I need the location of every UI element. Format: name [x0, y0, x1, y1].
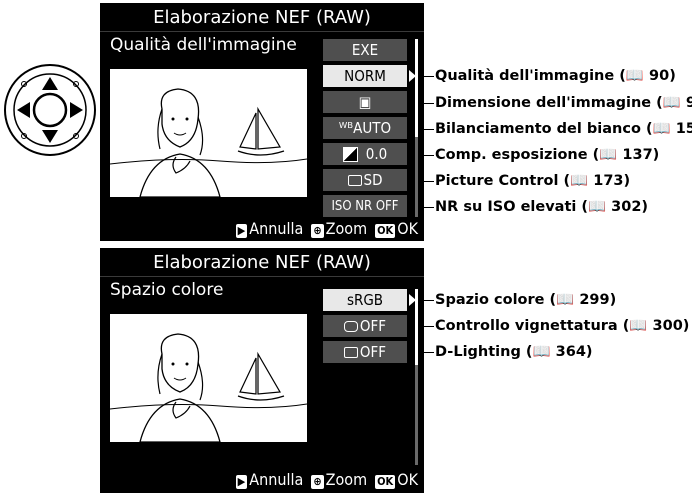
menu-item-image-size[interactable]: ▣ [323, 91, 407, 113]
menu-item-white-balance[interactable]: ᵂᴮAUTO [323, 117, 407, 139]
leader-line [424, 207, 434, 208]
screen-title: Elaborazione NEF (RAW) [153, 252, 371, 273]
callout-text: Spazio colore ( [435, 292, 557, 308]
zoom-in-icon: ⊕ [311, 475, 324, 489]
screen-subtitle: Spazio colore [110, 280, 224, 300]
callout-text: NR su ISO elevati ( [435, 199, 589, 215]
title-divider [100, 276, 424, 277]
picture-control-icon [347, 174, 362, 186]
leader-line [424, 103, 434, 104]
book-icon: 📖 [599, 147, 618, 163]
vignette-value: OFF [359, 317, 387, 335]
playback-button-icon: ▶ [235, 475, 248, 489]
leader-line [424, 300, 434, 301]
zoom-label: Zoom [325, 219, 368, 238]
leader-line [424, 326, 434, 327]
screen-title: Elaborazione NEF (RAW) [153, 7, 371, 28]
screen-footer: ▶ Annulla ⊕ Zoom OK OK [235, 470, 418, 489]
picture-control-value: SD [363, 171, 383, 189]
playback-button-icon: ▶ [235, 224, 248, 238]
callout-page: 137 [622, 147, 653, 163]
image-preview [110, 69, 307, 197]
book-icon: 📖 [652, 121, 671, 137]
ok-button-icon: OK [375, 224, 396, 238]
screen-subtitle: Qualità dell'immagine [110, 35, 297, 55]
ok-label: OK [397, 219, 418, 238]
menu-item-vignette-control[interactable]: OFF [323, 315, 407, 337]
callout-page: 364 [555, 344, 586, 360]
callout-color-space: Spazio colore (📖 299) [435, 292, 617, 308]
d-lighting-icon [343, 346, 358, 358]
callout-high-iso-nr: NR su ISO elevati (📖 302) [435, 199, 649, 215]
ok-label: OK [397, 470, 418, 489]
camera-screen-color-space: Elaborazione NEF (RAW) Spazio colore sRG… [100, 248, 424, 493]
menu-item-color-space[interactable]: sRGB [323, 289, 407, 311]
zoom-hint[interactable]: ⊕ Zoom [311, 470, 367, 489]
menu-item-image-quality[interactable]: NORM [323, 65, 407, 87]
title-divider [100, 31, 424, 32]
menu-item-execute[interactable]: EXE [323, 39, 407, 61]
callout-d-lighting: D-Lighting (📖 364) [435, 344, 593, 360]
cancel-hint[interactable]: ▶ Annulla [235, 219, 304, 238]
book-icon: 📖 [662, 95, 681, 111]
camera-screen-quality: Elaborazione NEF (RAW) Qualità dell'imma… [100, 3, 424, 241]
exposure-comp-icon [342, 146, 358, 162]
callout-image-quality: Qualità dell'immagine (📖 90) [435, 68, 676, 84]
callout-picture-control: Picture Control (📖 173) [435, 173, 631, 189]
callout-page: 302 [611, 199, 642, 215]
callout-page: 299 [579, 292, 610, 308]
book-icon: 📖 [532, 344, 551, 360]
leader-line [424, 155, 434, 156]
callout-page: 300 [652, 318, 683, 334]
ok-hint[interactable]: OK OK [375, 219, 418, 238]
leader-line [424, 352, 434, 353]
leader-line [424, 181, 434, 182]
image-size-icon: ▣ [358, 93, 372, 111]
callout-text: Qualità dell'immagine ( [435, 68, 626, 84]
cancel-label: Annulla [249, 219, 304, 238]
zoom-hint[interactable]: ⊕ Zoom [311, 219, 367, 238]
book-icon: 📖 [629, 318, 648, 334]
callout-text: Controllo vignettatura ( [435, 318, 630, 334]
cancel-hint[interactable]: ▶ Annulla [235, 470, 304, 489]
d-lighting-value: OFF [359, 343, 387, 361]
callout-exposure-comp: Comp. esposizione (📖 137) [435, 147, 660, 163]
callout-image-size: Dimensione dell'immagine (📖 93) [435, 94, 692, 111]
menu-item-picture-control[interactable]: SD [323, 169, 407, 191]
cancel-label: Annulla [249, 470, 304, 489]
vignette-icon [343, 320, 358, 332]
book-icon: 📖 [625, 68, 644, 84]
callout-text: Comp. esposizione ( [435, 147, 600, 163]
callout-text: Picture Control ( [435, 173, 571, 189]
callout-page: 173 [593, 173, 624, 189]
callout-page: 90 [649, 68, 670, 84]
scrollbar-thumb[interactable] [415, 39, 418, 137]
zoom-in-icon: ⊕ [311, 224, 324, 238]
callout-text: Bilanciamento del bianco ( [435, 121, 653, 137]
scrollbar-thumb[interactable] [415, 289, 418, 365]
callout-vignette-control: Controllo vignettatura (📖 300) [435, 318, 690, 334]
menu-item-exposure-comp[interactable]: 0.0 [323, 143, 407, 165]
callout-text: Dimensione dell'immagine ( [435, 95, 663, 111]
leader-line [424, 129, 434, 130]
callout-text: D-Lighting ( [435, 344, 533, 360]
menu-item-d-lighting[interactable]: OFF [323, 341, 407, 363]
ok-hint[interactable]: OK OK [375, 470, 418, 489]
image-preview [110, 314, 307, 442]
zoom-label: Zoom [325, 470, 368, 489]
book-icon: 📖 [556, 292, 575, 308]
leader-line [424, 76, 434, 77]
book-icon: 📖 [588, 199, 607, 215]
callout-white-balance: Bilanciamento del bianco (📖 153) [435, 120, 692, 137]
callout-page: 93 [685, 95, 692, 111]
multi-selector-icon [4, 64, 96, 156]
menu-item-high-iso-nr[interactable]: ISO NR OFF [323, 195, 407, 217]
callout-page: 153 [675, 121, 692, 137]
screen-footer: ▶ Annulla ⊕ Zoom OK OK [235, 219, 418, 238]
exposure-comp-value: 0.0 [365, 145, 388, 163]
ok-button-icon: OK [375, 475, 396, 489]
book-icon: 📖 [570, 173, 589, 189]
